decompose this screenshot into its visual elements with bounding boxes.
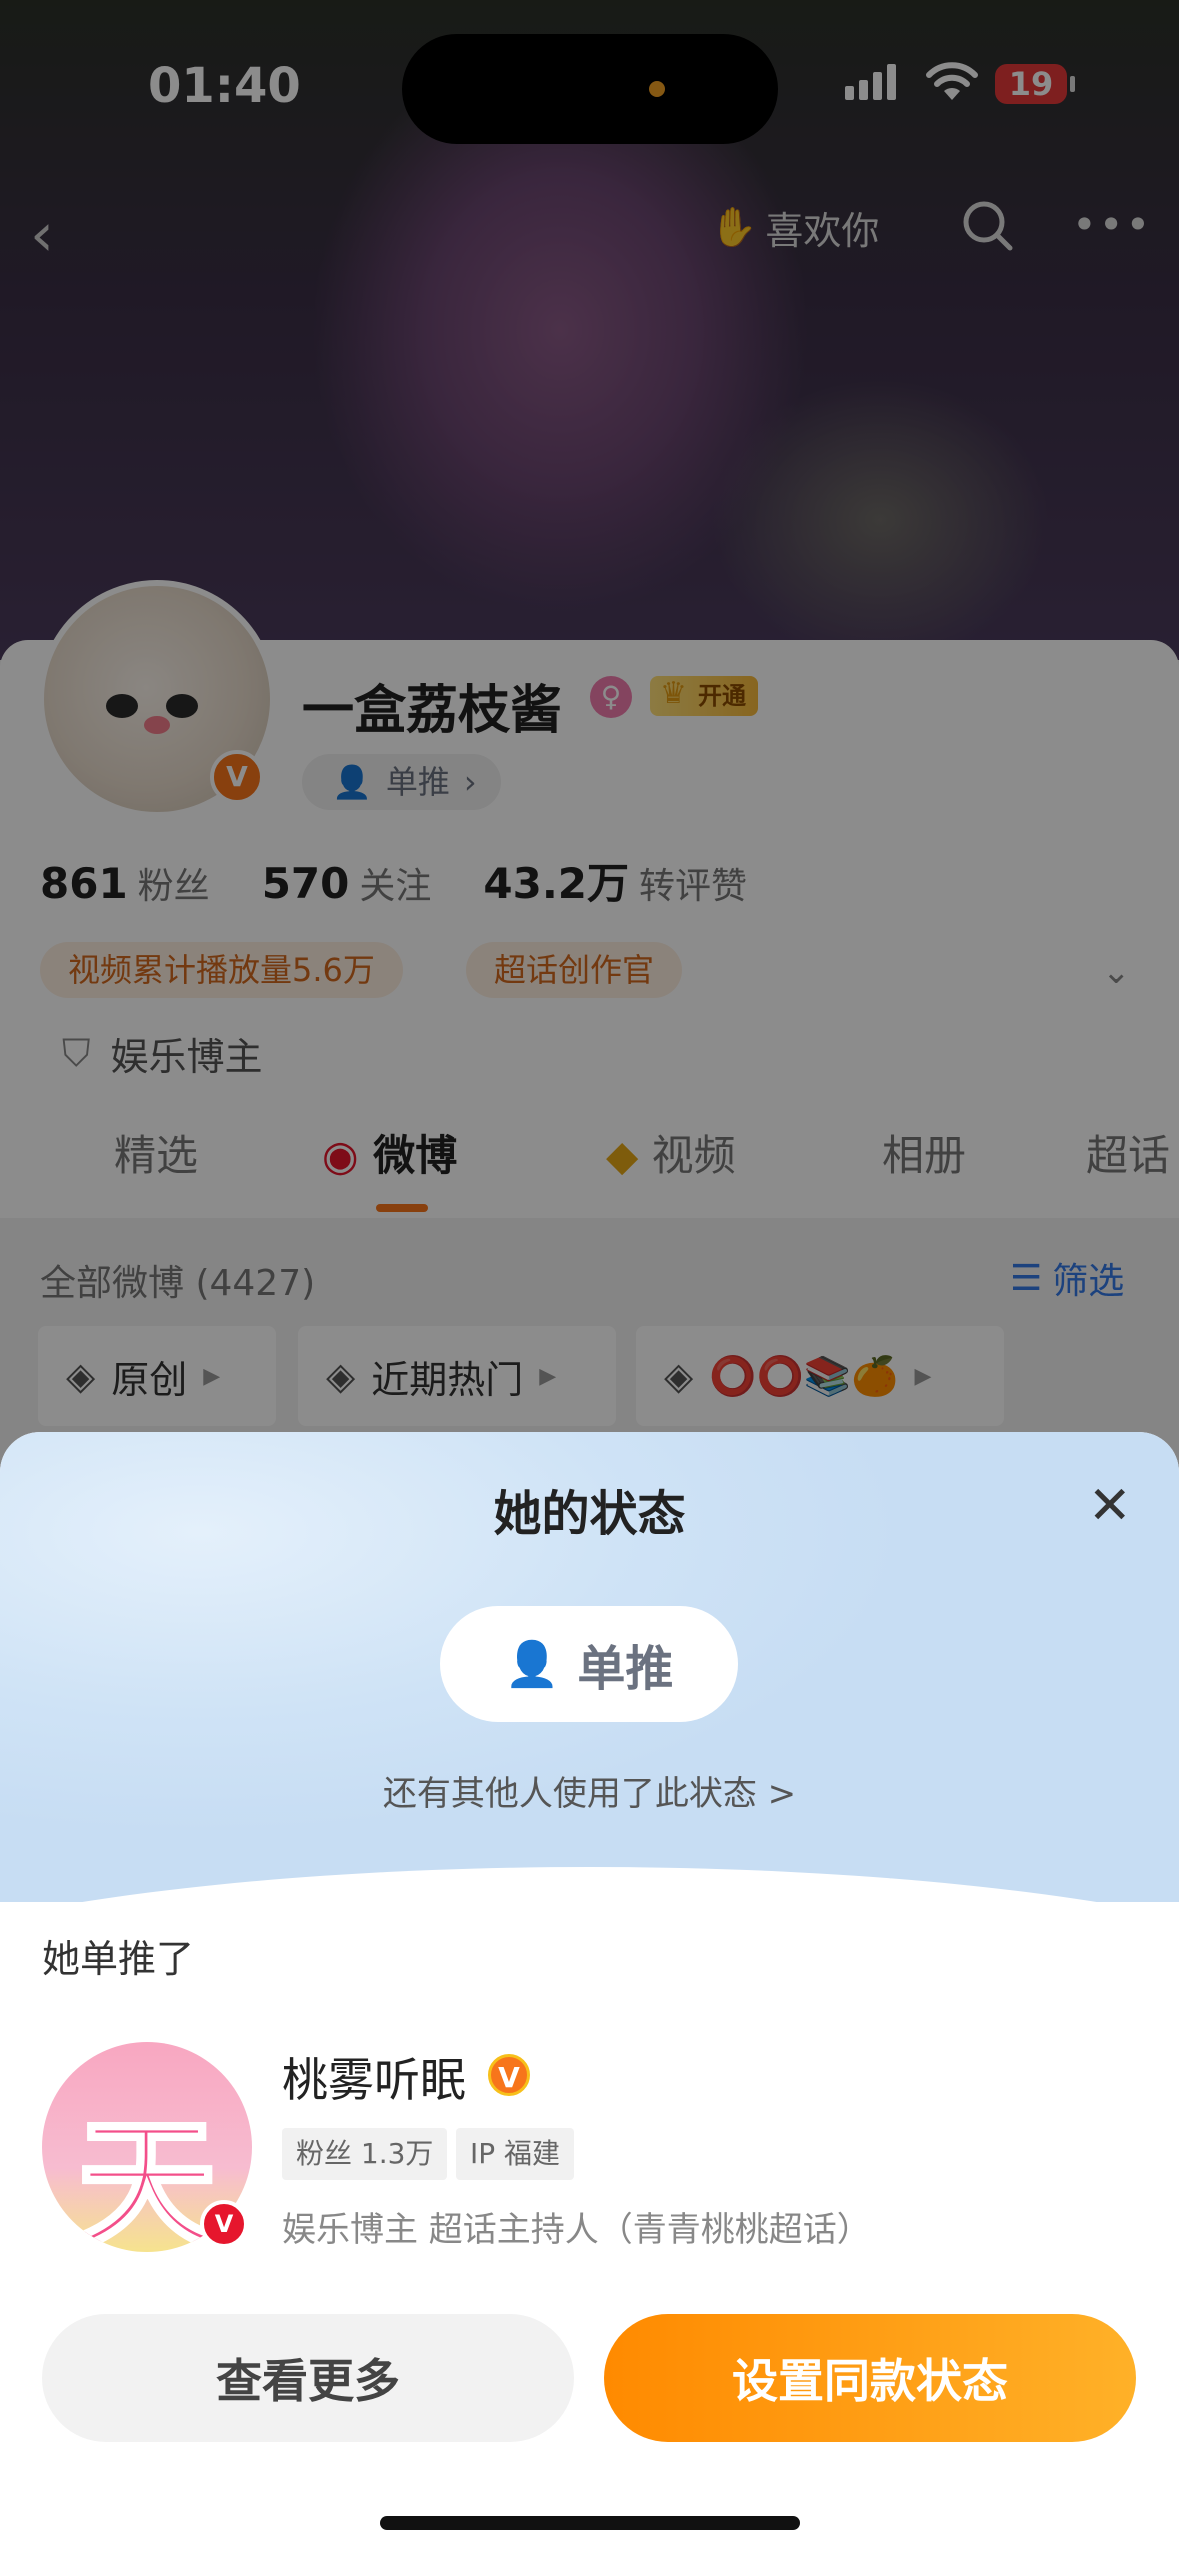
ip-tag: IP 福建 (456, 2128, 575, 2180)
set-same-status-button[interactable]: 设置同款状态 (604, 2314, 1136, 2442)
close-icon[interactable]: ✕ (1088, 1476, 1132, 1536)
section-label: 她单推了 (42, 1937, 195, 1981)
fav-description: 娱乐博主 超话主持人（青青桃桃超话） (282, 2210, 871, 2250)
sheet-title: 她的状态 (493, 1486, 686, 1542)
fav-name[interactable]: 桃雾听眠 (282, 2044, 466, 2110)
view-more-button[interactable]: 查看更多 (42, 2314, 574, 2442)
fans-tag: 粉丝 1.3万 (282, 2128, 448, 2180)
others-using-status-link[interactable]: 还有其他人使用了此状态 > (0, 1766, 1179, 1815)
verified-icon: V (200, 2200, 248, 2248)
status-sheet: 她的状态 ✕ 👤 单推 还有其他人使用了此状态 > 她单推了 天 V 桃雾听眠 … (0, 1432, 1179, 2556)
page: 01:40 19 ‹ ✋ 喜欢你 ••• V 一盒荔枝酱 ♀ 开通 👤 单推 ›… (0, 0, 1179, 2556)
status-pill-large[interactable]: 👤 单推 (440, 1606, 738, 1722)
person-heart-icon: 👤 (504, 1639, 560, 1690)
verified-gold-icon: V (488, 2054, 530, 2096)
home-indicator[interactable] (380, 2516, 800, 2530)
